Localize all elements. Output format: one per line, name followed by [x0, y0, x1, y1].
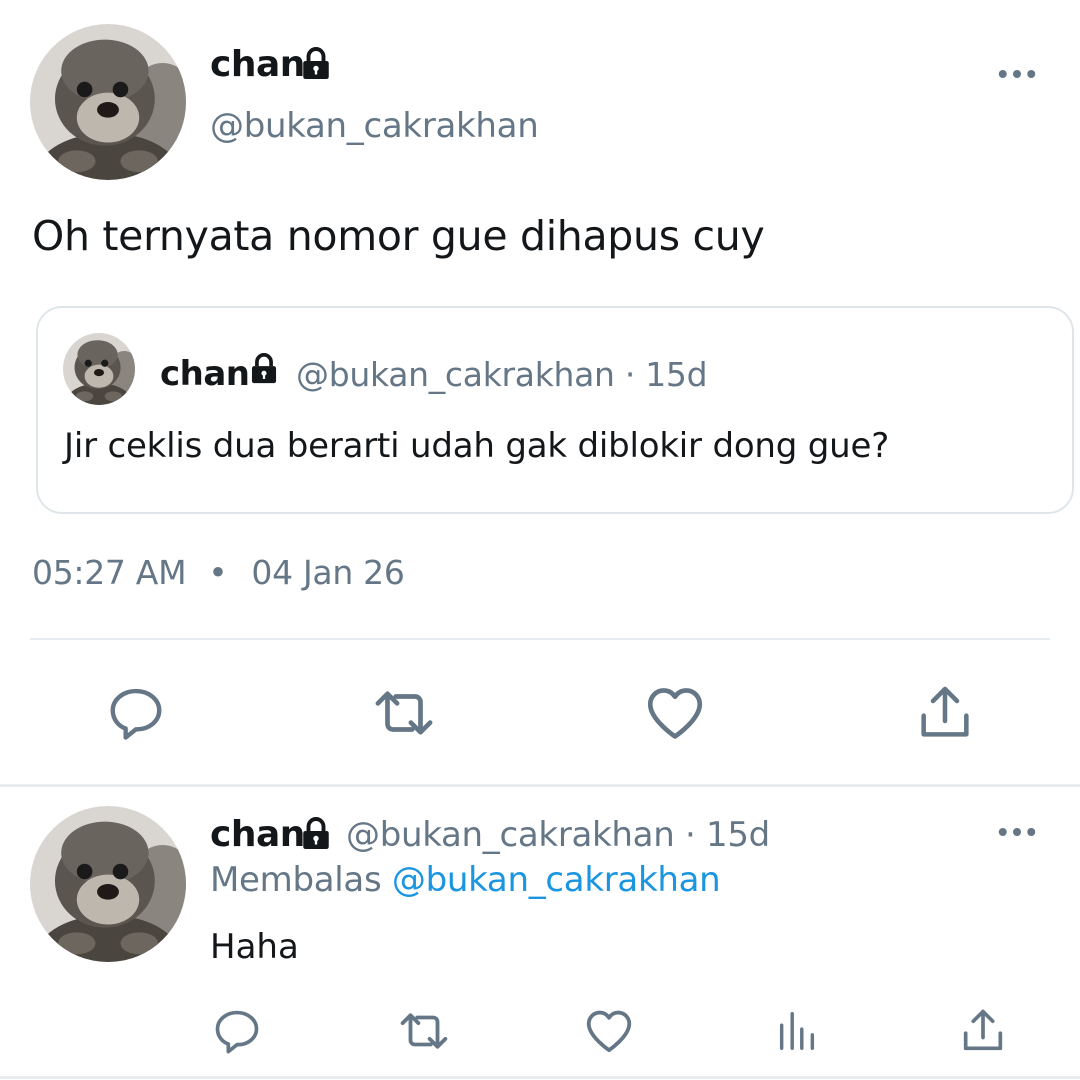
replying-prefix: Membalas [210, 860, 382, 900]
reply-icon [105, 682, 167, 744]
reply-author-avatar[interactable] [30, 806, 186, 962]
share-icon [957, 1005, 1009, 1057]
lock-icon [247, 352, 281, 386]
like-button[interactable] [582, 1004, 636, 1058]
separator: • [208, 553, 228, 592]
retweet-icon [368, 680, 440, 746]
author-avatar[interactable] [30, 24, 186, 180]
retweet-icon [395, 1004, 453, 1058]
reply-meta: @bukan_cakrakhan · 15d [346, 815, 770, 855]
divider [0, 784, 1080, 787]
quoted-author-name: chan [160, 354, 250, 394]
replying-to: Membalas @bukan_cakrakhan [210, 860, 721, 900]
tweet-timestamp: 05:27 AM • 04 Jan 26 [32, 553, 405, 592]
quoted-meta: @bukan_cakrakhan · 15d [296, 355, 708, 394]
share-button[interactable] [912, 680, 978, 746]
otter-avatar-image [30, 806, 186, 962]
retweet-button[interactable] [394, 1004, 454, 1058]
lock-icon [298, 816, 334, 852]
otter-avatar-image [30, 24, 186, 180]
tweet-date: 04 Jan 26 [251, 553, 405, 592]
reply-button[interactable] [210, 1004, 264, 1058]
reply-text: Haha [210, 927, 299, 967]
more-options-icon[interactable] [998, 68, 1036, 80]
reply-author-name[interactable]: chan [210, 814, 305, 855]
quoted-text: Jir ceklis dua berarti udah gak diblokir… [64, 426, 890, 466]
author-handle[interactable]: @bukan_cakrakhan [210, 106, 539, 146]
share-button[interactable] [956, 1004, 1010, 1058]
author-name[interactable]: chan [210, 44, 305, 85]
reply-button[interactable] [100, 680, 172, 746]
retweet-button[interactable] [366, 680, 442, 746]
tweet-text: Oh ternyata nomor gue dihapus cuy [32, 212, 765, 260]
analytics-icon [774, 1008, 820, 1054]
analytics-button[interactable] [770, 1004, 824, 1058]
divider [30, 638, 1050, 640]
share-icon [913, 681, 977, 745]
like-icon [582, 1004, 636, 1058]
reply-icon [211, 1005, 263, 1057]
lock-icon [298, 46, 334, 82]
otter-avatar-image [63, 333, 135, 405]
tweet-time: 05:27 AM [32, 553, 187, 592]
divider [0, 1076, 1080, 1079]
replying-mention-link[interactable]: @bukan_cakrakhan [392, 860, 721, 900]
like-button[interactable] [642, 680, 708, 746]
quoted-author-avatar [63, 333, 135, 405]
quoted-tweet-card[interactable] [36, 306, 1074, 514]
more-options-icon[interactable] [998, 826, 1036, 838]
like-icon [642, 680, 708, 746]
